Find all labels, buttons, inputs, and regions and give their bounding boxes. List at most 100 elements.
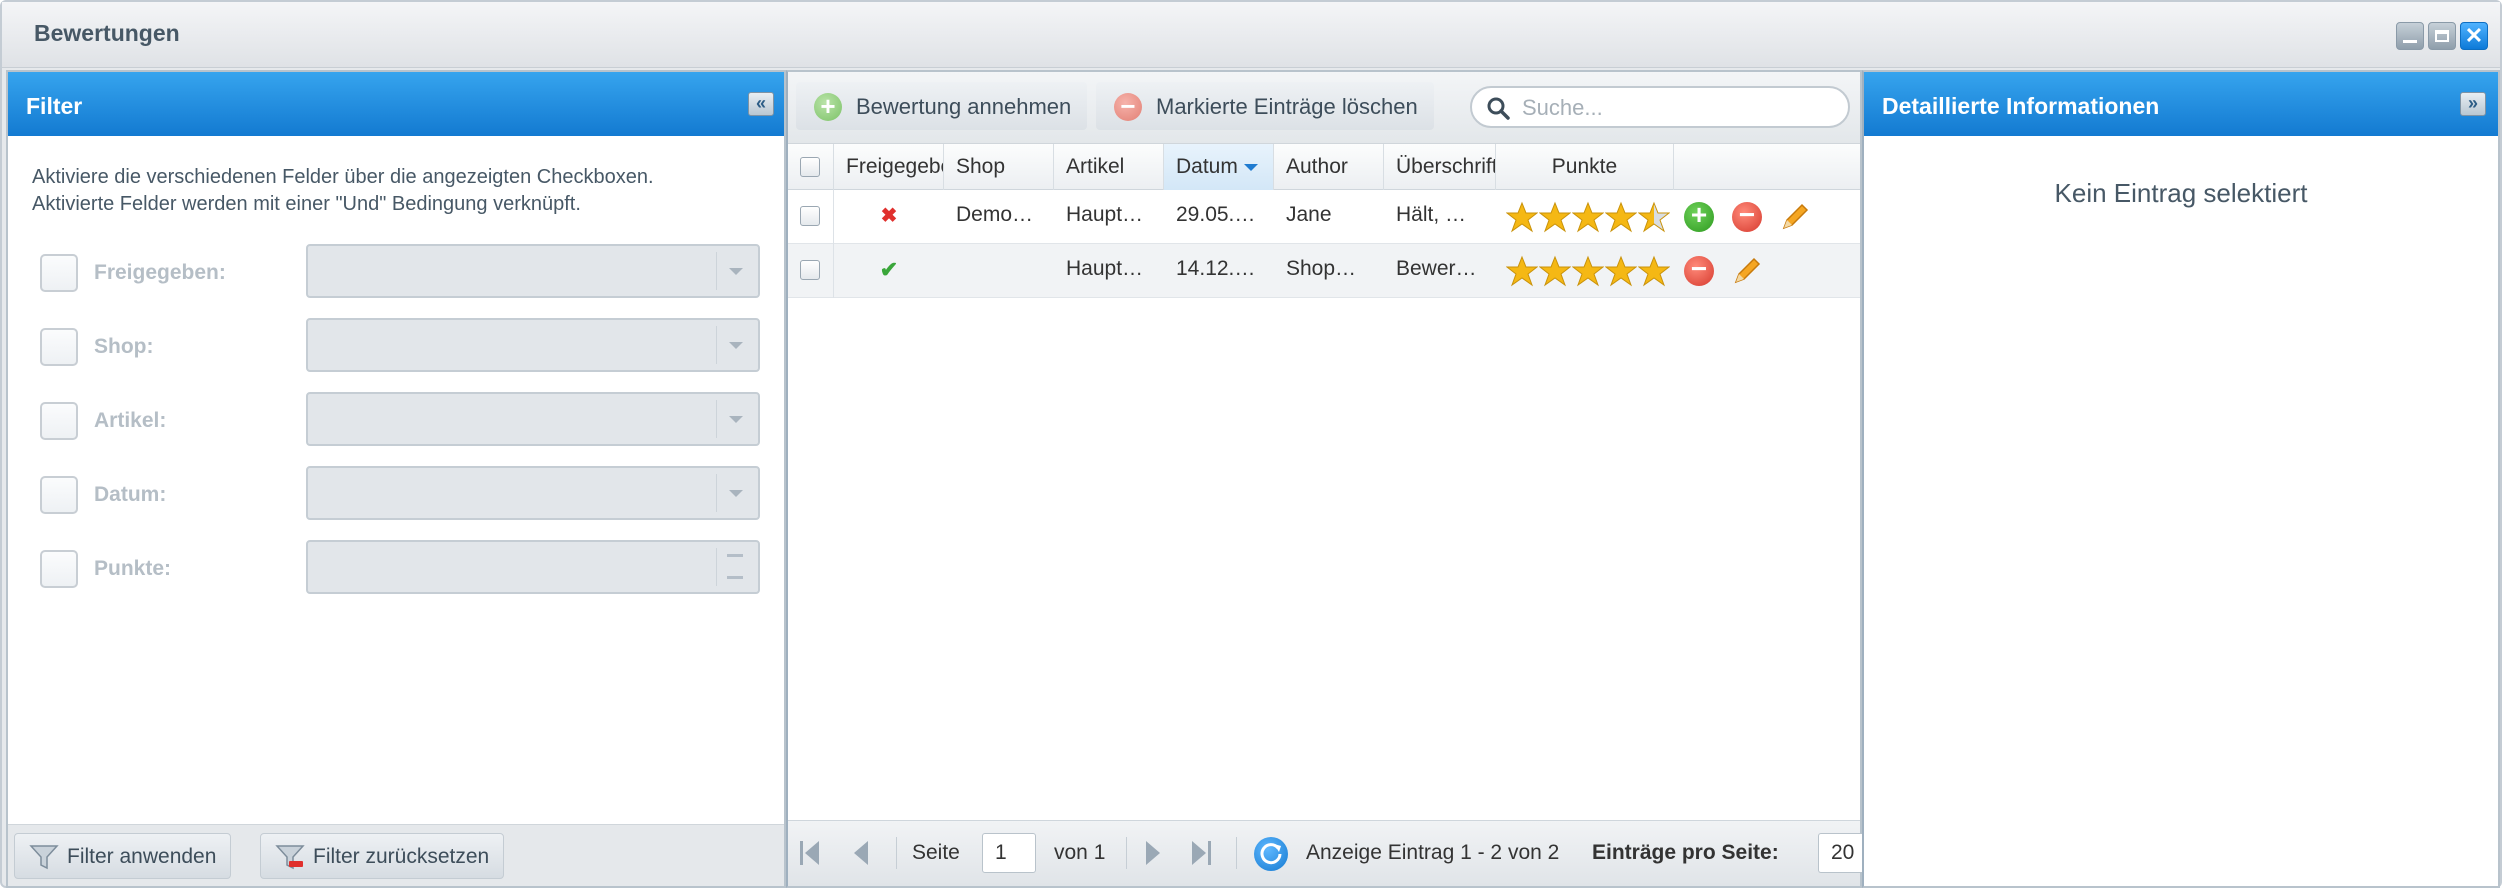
dropdown-trigger-icon[interactable]	[716, 474, 752, 512]
dropdown-trigger-icon[interactable]	[716, 400, 752, 438]
column-header-artikel[interactable]: Artikel	[1054, 144, 1164, 190]
cell-shop	[944, 244, 1050, 298]
apply-filter-button[interactable]: Filter anwenden	[14, 833, 232, 879]
page-number-input[interactable]	[982, 833, 1036, 873]
filter-label-datum: Datum:	[94, 483, 167, 506]
search-input[interactable]	[1522, 94, 1832, 122]
next-page-icon	[1146, 841, 1160, 865]
accept-row-button[interactable]: +	[1684, 201, 1714, 232]
column-header-shop[interactable]: Shop	[944, 144, 1054, 190]
collapse-left-icon[interactable]: «	[748, 92, 774, 116]
search-icon	[1487, 97, 1510, 120]
last-page-bar-icon	[1208, 841, 1211, 865]
page-count-label: von 1	[1054, 841, 1106, 864]
detail-panel-title: Detaillierte Informationen	[1882, 93, 2160, 119]
edit-pencil-icon[interactable]	[1778, 200, 1812, 234]
edit-pencil-icon[interactable]	[1730, 254, 1764, 288]
cell-datum: 29.05.…	[1176, 203, 1256, 226]
detail-panel: Detaillierte Informationen » Kein Eintra…	[1862, 70, 2500, 888]
row-select-cell	[788, 190, 834, 244]
star-full-icon	[1638, 255, 1670, 287]
cell-artikel: Haupt…	[1066, 203, 1144, 226]
row-checkbox[interactable]	[800, 206, 820, 226]
remove-circle-icon: −	[1114, 93, 1142, 121]
sort-descending-icon	[1243, 164, 1258, 178]
first-page-icon	[805, 841, 819, 865]
window-titlebar[interactable]: Bewertungen ✕	[2, 2, 2500, 68]
table-row[interactable]: ✔ Haupt… 14.12.… Shop… Bewer… −	[788, 244, 1860, 298]
column-header-ueberschrift[interactable]: Überschrift	[1384, 144, 1496, 190]
minimize-icon	[2403, 39, 2417, 43]
dropdown-trigger-icon[interactable]	[716, 326, 752, 364]
filter-footer: Filter anwenden Filter zurücksetzen	[8, 824, 784, 886]
row-checkbox[interactable]	[800, 260, 820, 280]
star-full-icon	[1572, 255, 1604, 287]
window-title: Bewertungen	[34, 20, 180, 46]
reviews-grid-panel: + Bewertung annehmen − Markierte Einträg…	[786, 70, 1864, 888]
column-header-actions	[1674, 144, 1862, 190]
column-header-author[interactable]: Author	[1274, 144, 1384, 190]
filter-combo-datum[interactable]	[306, 466, 760, 520]
filter-combo-shop[interactable]	[306, 318, 760, 372]
accept-review-button[interactable]: + Bewertung annehmen	[796, 82, 1088, 130]
star-full-icon	[1605, 201, 1637, 233]
filter-checkbox-artikel[interactable]	[40, 402, 78, 440]
next-page-button[interactable]	[1146, 841, 1160, 865]
previous-page-button[interactable]	[854, 841, 868, 865]
select-all-checkbox[interactable]	[800, 157, 820, 177]
star-full-icon	[1539, 255, 1571, 287]
collapse-right-icon[interactable]: »	[2460, 92, 2486, 116]
first-page-button[interactable]	[800, 841, 819, 865]
reset-filter-button[interactable]: Filter zurücksetzen	[260, 833, 505, 879]
search-field[interactable]	[1470, 86, 1850, 128]
filter-checkbox-freigegeben[interactable]	[40, 254, 78, 292]
filter-label-shop: Shop:	[94, 335, 154, 358]
apply-filter-label: Filter anwenden	[67, 845, 217, 868]
grid-pager: Seite von 1 Anzeige Eintrag 1 - 2 von 2 …	[788, 820, 1864, 886]
minimize-button[interactable]	[2396, 22, 2424, 50]
row-select-cell	[788, 244, 834, 298]
cell-shop: Demo…	[956, 203, 1034, 226]
column-header-datum[interactable]: Datum	[1164, 144, 1274, 190]
filter-combo-freigegeben[interactable]	[306, 244, 760, 298]
detail-panel-header: Detaillierte Informationen »	[1864, 72, 2498, 136]
funnel-icon	[29, 845, 59, 870]
star-full-icon	[1539, 201, 1571, 233]
maximize-button[interactable]	[2428, 22, 2456, 50]
filter-number-punkte[interactable]	[306, 540, 760, 594]
filter-checkbox-punkte[interactable]	[40, 550, 78, 588]
star-full-icon	[1605, 255, 1637, 287]
cell-datum: 14.12.…	[1176, 257, 1256, 280]
close-button[interactable]: ✕	[2460, 22, 2488, 50]
dropdown-trigger-icon[interactable]	[716, 252, 752, 290]
rating-stars	[1506, 201, 1670, 233]
not-approved-icon: ✖	[880, 205, 898, 227]
filter-label-artikel: Artikel:	[94, 409, 167, 432]
delete-marked-label: Markierte Einträge löschen	[1156, 94, 1418, 119]
cell-status: ✖	[834, 190, 944, 244]
filter-row-datum: Datum:	[36, 466, 766, 520]
last-page-button[interactable]	[1192, 841, 1211, 865]
delete-row-button[interactable]: −	[1732, 201, 1762, 232]
delete-row-button[interactable]: −	[1684, 255, 1714, 286]
filter-checkbox-datum[interactable]	[40, 476, 78, 514]
per-page-label: Einträge pro Seite:	[1592, 841, 1779, 864]
filter-label-freigegeben: Freigegeben:	[94, 261, 226, 284]
filter-info-line: Aktiviere die verschiedenen Felder über …	[32, 166, 654, 188]
refresh-button[interactable]	[1254, 837, 1288, 871]
spinner-icon[interactable]	[716, 548, 752, 586]
column-header-punkte[interactable]: Punkte	[1496, 144, 1674, 190]
cell-status: ✔	[834, 244, 944, 298]
filter-panel-title: Filter	[26, 93, 83, 119]
display-info-text: Anzeige Eintrag 1 - 2 von 2	[1306, 841, 1560, 864]
per-page-input[interactable]	[1818, 833, 1864, 873]
star-full-icon	[1506, 201, 1538, 233]
cell-author: Jane	[1286, 203, 1332, 226]
reset-filter-label: Filter zurücksetzen	[313, 845, 490, 868]
delete-marked-button[interactable]: − Markierte Einträge löschen	[1096, 82, 1434, 130]
maximize-icon	[2435, 30, 2449, 42]
table-row[interactable]: ✖ Demo… Haupt… 29.05.… Jane Hält, … + −	[788, 190, 1860, 244]
filter-combo-artikel[interactable]	[306, 392, 760, 446]
column-header-freigegeben[interactable]: Freigegeben	[834, 144, 944, 190]
filter-checkbox-shop[interactable]	[40, 328, 78, 366]
